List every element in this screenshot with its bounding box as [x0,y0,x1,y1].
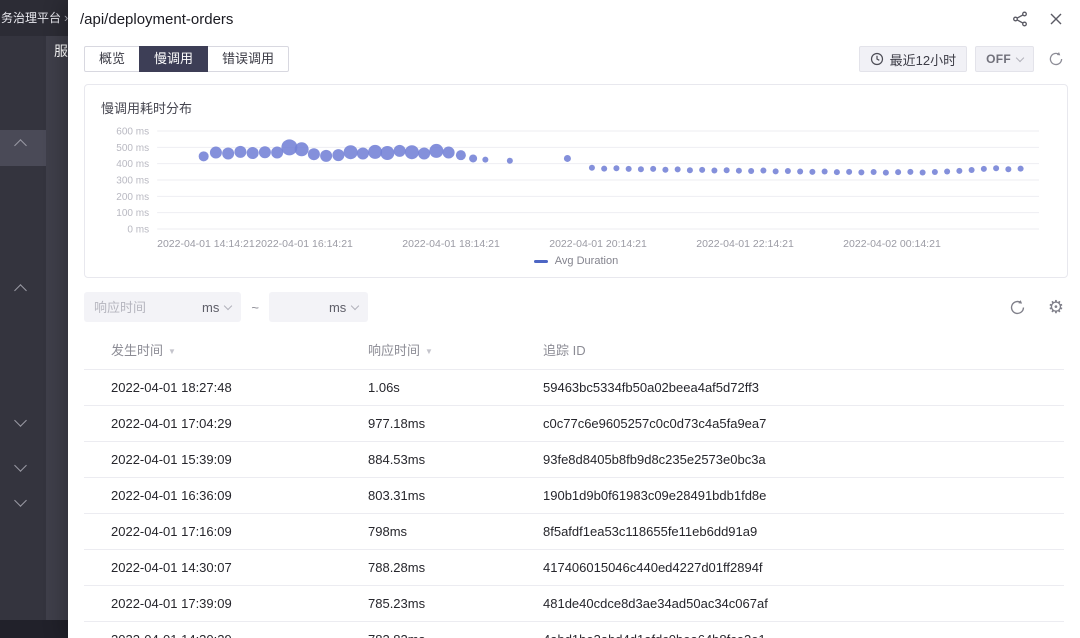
refresh-icon[interactable] [1048,51,1064,67]
svg-text:2022-04-01 16:14:21: 2022-04-01 16:14:21 [255,238,353,250]
sampling-toggle-value: OFF [986,52,1011,66]
breadcrumb-text: 务治理平台 [1,11,62,25]
legend-marker [533,259,548,263]
nav-rail [0,36,46,620]
slow-call-chart: 0 ms 100 ms 200 ms 300 ms 400 ms 500 ms 600 ms… [116,127,1039,250]
time-range-label: 最近12小时 [889,52,957,68]
page-root: 务治理平台 › 服 /api/deployment-orders 概览 慢调用 … [0,0,1080,638]
clock-icon [870,52,884,66]
response-time-cell: 788.28ms [368,560,426,575]
trace-id-cell: 59463bc5334fb50a02beea4af5d72ff3 [543,380,759,395]
range-tilde: ~ [251,299,259,315]
chevron-down-icon [351,301,360,310]
occurred-at-cell: 2022-04-01 18:27:48 [111,380,232,395]
close-icon[interactable] [1050,13,1062,25]
occurred-at-cell: 2022-04-01 15:39:09 [111,452,232,467]
svg-text:300 ms: 300 ms [116,176,149,187]
table-body: 2022-04-01 18:27:48 1.06s 59463bc5334fb50a… [84,370,1064,638]
sort-icon[interactable]: ▼ [168,347,176,356]
gear-icon[interactable]: ⚙ [1048,298,1064,316]
svg-text:600 ms: 600 ms [116,127,149,138]
background-page-title: 服 [54,43,68,59]
sampling-toggle-select[interactable]: OFF [975,46,1034,72]
sort-icon[interactable]: ▼ [425,347,433,356]
svg-text:200 ms: 200 ms [116,192,149,203]
tab-item[interactable]: 慢调用 [139,46,209,72]
drawer-header: /api/deployment-orders [68,0,1080,38]
occurred-at-cell: 2022-04-01 17:39:09 [111,596,232,611]
legend-label: Avg Duration [554,255,619,267]
table-row[interactable]: 2022-04-01 17:39:09 785.23ms 481de40cdce8d… [84,586,1064,622]
svg-text:2022-04-01 18:14:21: 2022-04-01 18:14:21 [402,238,500,250]
unit-to-value: ms [328,299,347,315]
occurred-at-cell: 2022-04-01 16:36:09 [111,488,232,503]
response-time-cell: 884.53ms [368,452,426,467]
table-row[interactable]: 2022-04-01 14:30:07 788.28ms 417406015046c… [84,550,1064,586]
table-row[interactable]: 2022-04-01 17:16:09 798ms 8f5afdf1ea53c118… [84,514,1064,550]
unit-from-select[interactable]: ms [192,292,241,322]
svg-text:500 ms: 500 ms [116,143,149,154]
tab-bar: 概览 慢调用 错误调用 [84,46,290,72]
trace-id-cell: 417406015046c440ed4227d01ff2894f [543,560,763,575]
background-sidebar: 务治理平台 › 服 [0,0,68,638]
response-time-cell: 1.06s [368,380,400,395]
table-row[interactable]: 2022-04-01 17:04:29 977.18ms c0c77c6e96052… [84,406,1064,442]
time-range-button[interactable]: 最近12小时 [858,46,968,72]
chart-card: 慢调用耗时分布 0 ms 100 ms 200 ms 300 ms 400 ms 500 … [84,84,1068,278]
toolbar: 概览 慢调用 错误调用 最近12小时 OFF [68,38,1080,72]
svg-text:0 ms: 0 ms [127,225,149,236]
occurred-at-cell: 2022-04-01 17:04:29 [111,416,232,431]
chevron-down-icon [1015,53,1025,62]
tab-item[interactable]: 错误调用 [207,46,290,72]
unit-to-select[interactable]: ms [319,292,368,322]
trace-id-cell: 8f5afdf1ea53c118655fe11eb6dd91a9 [543,524,758,539]
table-actions: ⚙ [1009,298,1064,316]
unit-from-value: ms [202,299,220,315]
trace-id-cell: 481de40cdce8d3ae34ad50ac34c067af [543,596,768,611]
svg-text:2022-04-01 20:14:21: 2022-04-01 20:14:21 [549,238,647,250]
response-time-cell: 782.82ms [368,622,543,638]
response-time-to-group: ms [268,292,369,322]
tab-item[interactable]: 概览 [84,46,141,72]
toolbar-right: 最近12小时 OFF [858,46,1064,72]
table-row[interactable]: 2022-04-01 18:27:48 1.06s 59463bc5334fb50a… [84,370,1064,406]
table-row[interactable]: 2022-04-01 15:39:09 884.53ms 93fe8d8405b8f… [84,442,1064,478]
column-header-occurred-at[interactable]: 发生时间 ▼ [84,330,368,370]
response-time-to-input[interactable] [268,299,319,315]
occurred-at-cell: 2022-04-01 14:30:29 [84,622,368,638]
slow-calls-table: 发生时间 ▼ 响应时间 ▼ 追踪 ID 2022-04-01 18:27:48 1.0… [84,330,1064,638]
filter-row: ms ~ ms ⚙ [84,292,1064,322]
response-time-from-group: ms [84,292,242,322]
response-time-from-input[interactable] [84,299,192,315]
table-header-row: 发生时间 ▼ 响应时间 ▼ 追踪 ID [84,330,1064,370]
table-row[interactable]: 2022-04-01 14:30:29782.82ms4abd1be3abd4d… [84,622,1064,638]
svg-text:2022-04-01 14:14:21: 2022-04-01 14:14:21 [157,238,255,250]
trace-id-cell: 190b1d9b0f61983c09e28491bdb1fd8e [543,488,767,503]
detail-drawer: /api/deployment-orders 概览 慢调用 错误调用 最近12小… [68,0,1080,638]
occurred-at-cell: 2022-04-01 14:30:07 [111,560,232,575]
trace-id-cell: c0c77c6e9605257c0c0d73c4a5fa9ea7 [543,416,767,431]
response-time-cell: 803.31ms [368,488,426,503]
svg-text:2022-04-02 00:14:21: 2022-04-02 00:14:21 [843,238,941,250]
chevron-down-icon [224,301,233,310]
svg-text:400 ms: 400 ms [116,159,149,170]
background-bottom-bar [0,620,68,638]
response-time-cell: 977.18ms [368,416,426,431]
breadcrumb: 务治理平台 › [0,0,68,36]
response-time-cell: 798ms [368,524,408,539]
response-time-cell: 785.23ms [368,596,426,611]
trace-id-cell: 93fe8d8405b8fb9d8c235e2573e0bc3a [543,452,766,467]
occurred-at-cell: 2022-04-01 17:16:09 [111,524,232,539]
svg-text:2022-04-01 22:14:21: 2022-04-01 22:14:21 [696,238,794,250]
page-title: /api/deployment-orders [80,10,234,28]
table-row[interactable]: 2022-04-01 16:36:09 803.31ms 190b1d9b0f619… [84,478,1064,514]
trace-id-cell: 4abd1be3abd4d1afdc0bea64b8fce2e1 [543,622,1064,638]
share-icon[interactable] [1012,11,1028,27]
refresh-icon[interactable] [1009,299,1026,316]
column-header-trace-id: 追踪 ID [543,343,586,358]
svg-text:100 ms: 100 ms [116,208,149,219]
chart-legend[interactable]: Avg Duration [101,255,1051,267]
chart-title: 慢调用耗时分布 [101,101,193,116]
column-header-response-time[interactable]: 响应时间 ▼ [368,330,543,370]
